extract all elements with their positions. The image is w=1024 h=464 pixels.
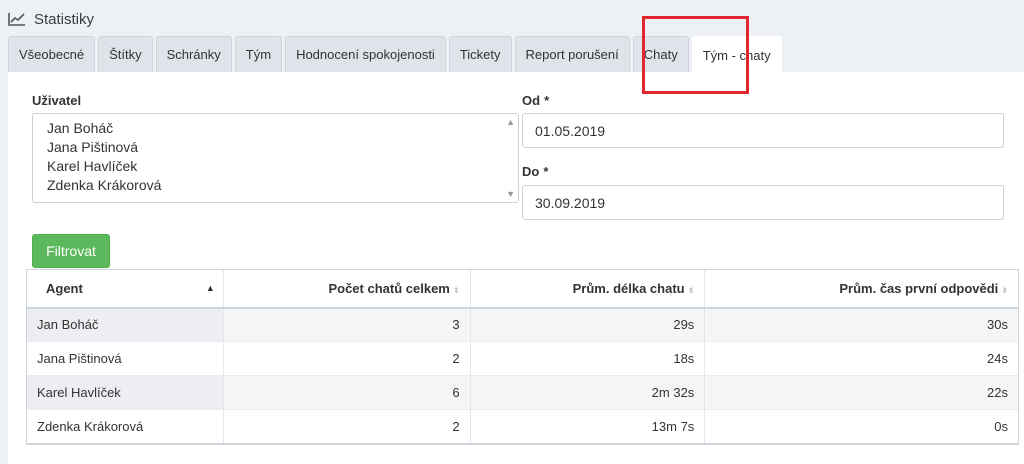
table-row: Zdenka Krákorová 2 13m 7s 0s bbox=[26, 409, 1019, 445]
to-label: Do * bbox=[522, 164, 548, 179]
page-header: Statistiky bbox=[8, 8, 94, 30]
highlight-box bbox=[642, 16, 749, 94]
cell-agent: Jana Pištinová bbox=[26, 341, 224, 376]
cell-agent: Zdenka Krákorová bbox=[26, 409, 224, 445]
user-multiselect[interactable]: Jan Boháč Jana Pištinová Karel Havlíček … bbox=[32, 113, 519, 203]
column-header-avg-chat-length[interactable]: Prům. délka chatu ⬍ bbox=[469, 269, 705, 309]
sort-icon: ⬍ bbox=[452, 285, 460, 295]
tab-hodnoceni-spokojenosti[interactable]: Hodnocení spokojenosti bbox=[285, 36, 446, 72]
cell-agent: Jan Boháč bbox=[26, 307, 224, 342]
user-label: Uživatel bbox=[32, 93, 82, 108]
user-option[interactable]: Jan Boháč bbox=[47, 119, 504, 138]
cell-avg-length: 18s bbox=[469, 341, 705, 376]
scroll-up-icon[interactable]: ▲ bbox=[506, 117, 515, 127]
cell-avg-length: 2m 32s bbox=[469, 375, 705, 410]
cell-chat-count: 2 bbox=[222, 341, 471, 376]
tab-report-poruseni[interactable]: Report porušení bbox=[514, 36, 630, 72]
from-label-text: Od bbox=[522, 93, 541, 108]
table-row: Jana Pištinová 2 18s 24s bbox=[26, 341, 1019, 376]
user-option[interactable]: Jana Pištinová bbox=[47, 138, 504, 157]
content-panel: Uživatel Jan Boháč Jana Pištinová Karel … bbox=[8, 72, 1024, 464]
sort-icon: ⬍ bbox=[1001, 285, 1008, 295]
cell-chat-count: 2 bbox=[222, 409, 471, 445]
column-header-avg-first-response[interactable]: Prům. čas první odpovědi ⬍ bbox=[704, 269, 1019, 309]
cell-avg-first-response: 24s bbox=[704, 341, 1019, 376]
cell-avg-length: 13m 7s bbox=[469, 409, 705, 445]
cell-agent: Karel Havlíček bbox=[26, 375, 224, 410]
tab-schranky[interactable]: Schránky bbox=[155, 36, 232, 72]
column-header-chat-count[interactable]: Počet chatů celkem ⬍ bbox=[222, 269, 471, 309]
date-from-input[interactable]: 01.05.2019 bbox=[522, 113, 1004, 148]
cell-avg-length: 29s bbox=[469, 307, 705, 342]
filter-button[interactable]: Filtrovat bbox=[32, 234, 110, 268]
cell-avg-first-response: 0s bbox=[704, 409, 1019, 445]
cell-chat-count: 3 bbox=[222, 307, 471, 342]
tab-tickety[interactable]: Tickety bbox=[448, 36, 512, 72]
user-option[interactable]: Zdenka Krákorová bbox=[47, 176, 504, 195]
user-option[interactable]: Karel Havlíček bbox=[47, 157, 504, 176]
scroll-down-icon[interactable]: ▼ bbox=[506, 189, 515, 199]
from-label: Od * bbox=[522, 93, 549, 108]
tab-tym[interactable]: Tým bbox=[234, 36, 283, 72]
cell-avg-first-response: 30s bbox=[704, 307, 1019, 342]
table-row: Karel Havlíček 6 2m 32s 22s bbox=[26, 375, 1019, 410]
to-label-text: Do bbox=[522, 164, 540, 179]
cell-avg-first-response: 22s bbox=[704, 375, 1019, 410]
tab-stitky[interactable]: Štítky bbox=[98, 36, 153, 72]
table-row: Jan Boháč 3 29s 30s bbox=[26, 307, 1019, 342]
date-to-input[interactable]: 30.09.2019 bbox=[522, 185, 1004, 220]
column-header-agent[interactable]: Agent ▲ bbox=[26, 269, 224, 309]
required-mark: * bbox=[544, 93, 550, 108]
line-chart-icon bbox=[8, 13, 25, 26]
tab-vseobecne[interactable]: Všeobecné bbox=[8, 36, 96, 72]
sort-icon: ⬍ bbox=[687, 285, 695, 295]
table-header-row: Agent ▲ Počet chatů celkem ⬍ Prům. délka … bbox=[26, 269, 1019, 309]
page-title: Statistiky bbox=[34, 10, 95, 28]
column-header-label: Prům. délka chatu bbox=[572, 280, 685, 296]
cell-chat-count: 6 bbox=[222, 375, 471, 410]
column-header-label: Prům. čas první odpovědi bbox=[839, 280, 999, 296]
required-mark: * bbox=[543, 164, 549, 179]
sort-asc-icon: ▲ bbox=[205, 283, 215, 293]
stats-table: Agent ▲ Počet chatů celkem ⬍ Prům. délka … bbox=[26, 269, 1019, 445]
column-header-label: Agent bbox=[46, 280, 83, 296]
column-header-label: Počet chatů celkem bbox=[328, 280, 450, 296]
